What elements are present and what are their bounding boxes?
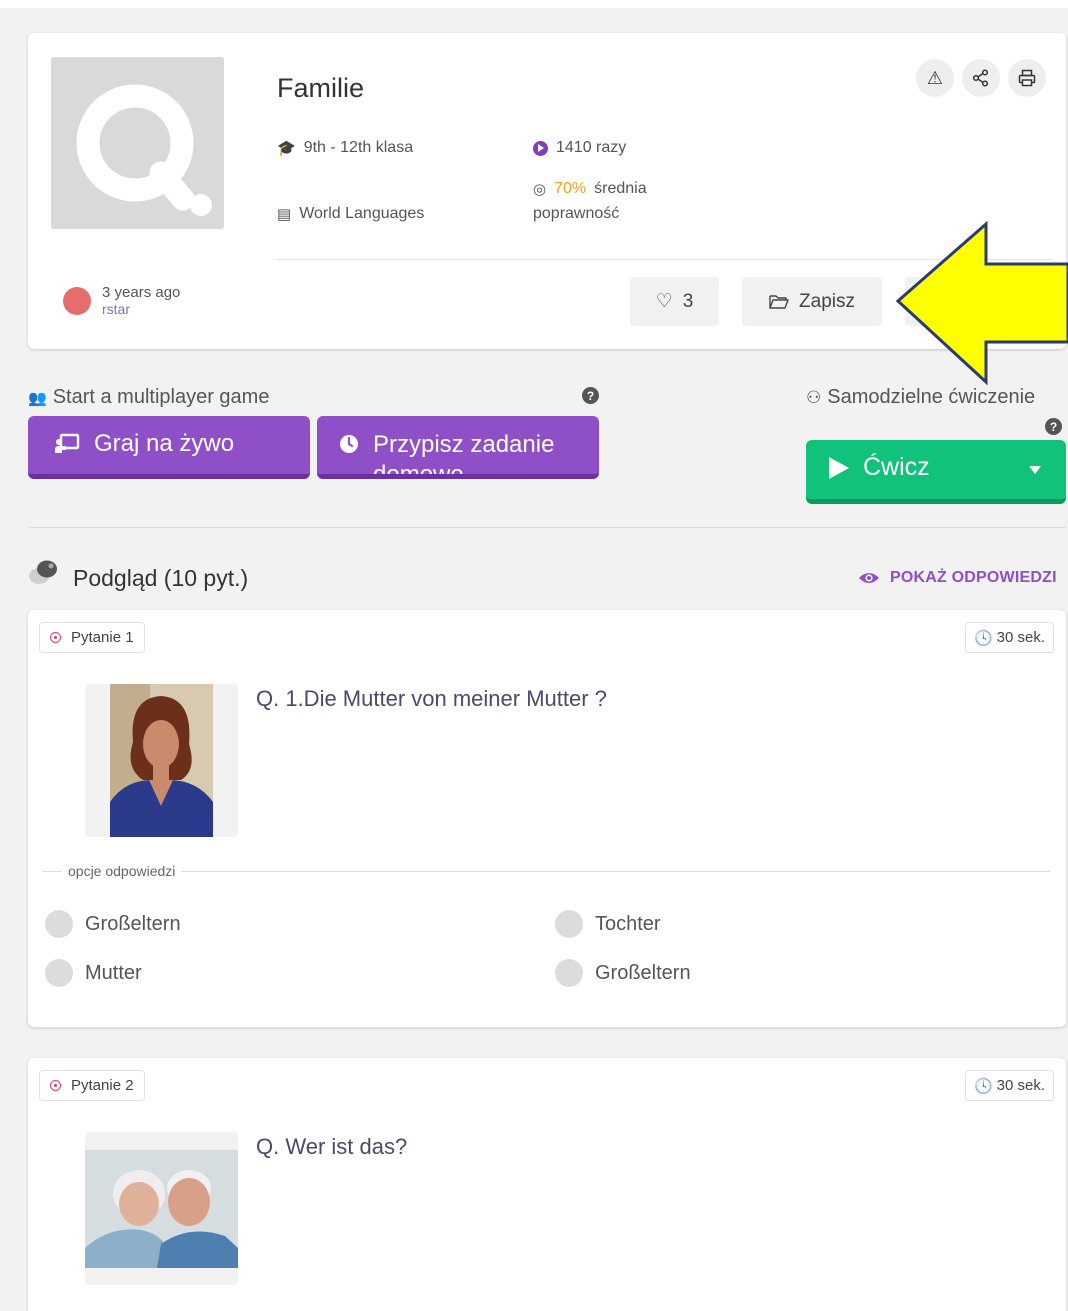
solo-heading-text: Samodzielne ćwiczenie	[827, 386, 1036, 408]
live-game-label: Graj na żywo	[94, 430, 235, 457]
question-image	[85, 1132, 238, 1285]
group-icon: 👥	[28, 389, 47, 407]
question-target-icon	[50, 632, 61, 643]
graduation-cap-icon: 🎓	[277, 140, 296, 157]
question-tag-text: Pytanie 1	[71, 629, 134, 646]
print-button[interactable]	[1008, 59, 1046, 97]
options-label-text: opcje odpowiedzi	[68, 863, 176, 879]
caret-down-icon	[1029, 466, 1041, 474]
accuracy-label-2: poprawność	[533, 205, 620, 222]
clock-outline-icon: 🕓	[973, 629, 993, 647]
assign-homework-button[interactable]: Przypisz zadanie domowe	[317, 416, 599, 479]
practice-button[interactable]: Ćwicz	[806, 440, 1066, 504]
question-tag-text: Pytanie 2	[71, 1077, 134, 1094]
chat-bubbles-icon	[29, 560, 57, 584]
top-strip	[0, 0, 1068, 8]
option-text: Großeltern	[595, 961, 691, 984]
person-icon: ⚇	[806, 387, 822, 407]
live-game-button[interactable]: Graj na żywo	[28, 416, 310, 479]
book-icon: ▤	[277, 206, 292, 223]
question-time-text: 30 sek.	[996, 629, 1045, 646]
solo-help-icon[interactable]: ?	[1045, 418, 1062, 435]
question-card: Pytanie 1 🕓 30 sek. Q. 1.Die Mutter von …	[28, 610, 1066, 1027]
question-tag: Pytanie 1	[39, 622, 145, 653]
play-icon	[829, 457, 849, 479]
question-card: Pytanie 2 🕓 30 sek. Q. Wer ist das?	[28, 1058, 1066, 1311]
accuracy-label: średnia	[594, 180, 647, 197]
multiplayer-heading-text: Start a multiplayer game	[52, 386, 270, 408]
options-line-left	[42, 870, 62, 872]
assign-label-2: domowe	[373, 461, 464, 479]
folder-icon	[769, 294, 789, 309]
answer-option[interactable]: Tochter	[555, 910, 661, 938]
clock-icon	[340, 435, 358, 453]
answer-option[interactable]: Großeltern	[45, 910, 181, 938]
answer-option[interactable]: Großeltern	[555, 959, 691, 987]
options-line-right	[181, 870, 1050, 872]
question-image	[85, 684, 238, 837]
option-text: Großeltern	[85, 912, 181, 935]
save-label: Zapisz	[799, 290, 855, 312]
quiz-title: Familie	[277, 73, 365, 103]
accuracy-value: 70%	[554, 180, 587, 197]
option-radio-icon	[45, 959, 73, 987]
help-icon[interactable]: ?	[582, 387, 599, 404]
question-text: Q. 1.Die Mutter von meiner Mutter ?	[256, 686, 607, 711]
play-circle-icon	[533, 140, 548, 156]
clock-outline-icon: 🕓	[973, 1077, 993, 1095]
author-name[interactable]: rstar	[102, 301, 180, 317]
section-divider	[28, 527, 1066, 528]
annotation-arrow	[895, 220, 1068, 386]
question-time: 🕓 30 sek.	[964, 1070, 1054, 1101]
target-icon: ◎	[533, 181, 547, 198]
eye-icon	[859, 573, 879, 583]
accuracy-meta: ◎ 70% średnia	[533, 180, 647, 198]
assign-label-1: Przypisz zadanie	[373, 431, 555, 458]
presentation-icon	[55, 433, 80, 453]
author-info: 3 years ago rstar	[102, 284, 181, 318]
quiz-thumbnail	[51, 57, 224, 229]
answer-option[interactable]: Mutter	[45, 959, 142, 987]
grade-text: 9th - 12th klasa	[303, 139, 414, 156]
question-text: Q. Wer ist das?	[256, 1134, 408, 1159]
option-radio-icon	[555, 959, 583, 987]
question-time-text: 30 sek.	[996, 1077, 1045, 1094]
subject-meta: ▤ World Languages	[277, 205, 424, 223]
preview-title: Podgląd (10 pyt.)	[73, 565, 249, 591]
grade-meta: 🎓 9th - 12th klasa	[277, 139, 413, 157]
heart-icon: ♡	[655, 291, 673, 312]
option-radio-icon	[45, 910, 73, 938]
like-count: 3	[682, 290, 694, 312]
option-radio-icon	[555, 910, 583, 938]
share-button[interactable]	[962, 59, 1000, 97]
quizizz-logo-icon	[76, 84, 212, 216]
question-time: 🕓 30 sek.	[964, 622, 1054, 653]
plays-text: 1410 razy	[556, 139, 627, 156]
elderly-couple-image	[85, 1150, 238, 1268]
share-icon	[972, 69, 989, 87]
like-button[interactable]: ♡ 3	[630, 277, 719, 326]
option-text: Tochter	[595, 912, 661, 935]
report-button[interactable]: ⚠	[916, 59, 954, 97]
warning-icon: ⚠	[926, 67, 944, 88]
question-target-icon	[50, 1080, 61, 1091]
subject-text: World Languages	[299, 205, 425, 222]
printer-icon	[1018, 69, 1036, 87]
option-text: Mutter	[85, 961, 142, 984]
question-tag: Pytanie 2	[39, 1070, 145, 1101]
woman-portrait-image	[110, 684, 213, 837]
posted-time: 3 years ago	[102, 284, 181, 301]
solo-heading: ⚇ Samodzielne ćwiczenie	[806, 386, 1035, 409]
multiplayer-heading: 👥 Start a multiplayer game	[28, 386, 269, 409]
plays-meta: 1410 razy	[533, 139, 626, 157]
answer-options-heading: opcje odpowiedzi	[42, 863, 1050, 879]
author-avatar[interactable]	[63, 287, 91, 315]
save-button[interactable]: Zapisz	[742, 277, 882, 326]
show-answers-label: POKAŻ ODPOWIEDZI	[890, 569, 1057, 586]
practice-label: Ćwicz	[863, 453, 930, 481]
show-answers-button[interactable]: POKAŻ ODPOWIEDZI	[858, 569, 1057, 587]
